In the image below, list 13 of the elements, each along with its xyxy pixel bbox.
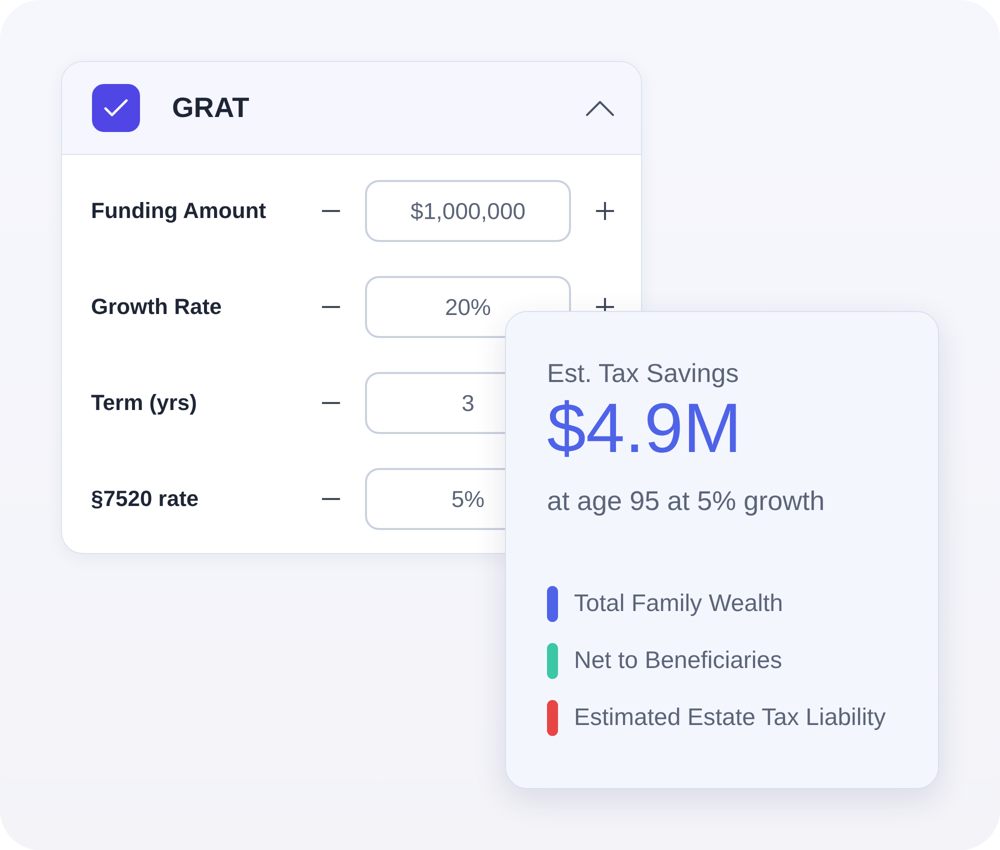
checkbox[interactable] [92, 84, 140, 132]
checkmark-icon [104, 99, 128, 117]
legend-label: Estimated Estate Tax Liability [574, 704, 886, 732]
value-field[interactable]: $1,000,000 [365, 180, 571, 242]
legend-label: Net to Beneficiaries [574, 647, 782, 675]
legend-label: Total Family Wealth [574, 590, 783, 618]
field-label: Growth Rate [91, 294, 222, 320]
field-label: Term (yrs) [91, 390, 197, 416]
field-label: Funding Amount [91, 198, 266, 224]
plus-icon[interactable] [596, 202, 614, 220]
plan-title: GRAT [172, 92, 250, 124]
field-label: §7520 rate [91, 486, 199, 512]
chevron-up-icon[interactable] [586, 100, 614, 116]
